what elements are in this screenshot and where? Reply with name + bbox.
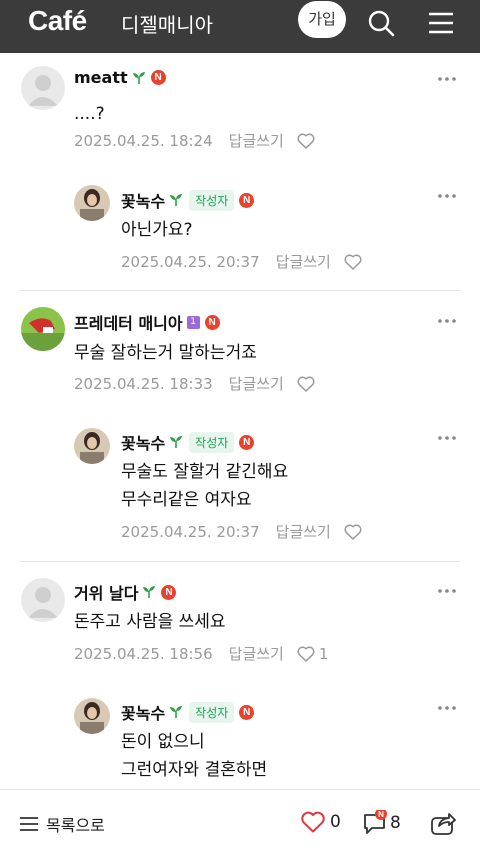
reply-button[interactable]: 답글쓰기 <box>276 251 331 272</box>
n-badge: N <box>204 314 220 330</box>
comment-meta: 2025.04.25. 20:37 답글쓰기 <box>121 521 363 542</box>
reply-button[interactable]: 답글쓰기 <box>229 130 284 151</box>
comment-text-line: 그런여자와 결혼하면 <box>121 760 268 780</box>
cafe-logo[interactable]: Café <box>28 5 87 37</box>
comment-meta: 2025.04.25. 20:37 답글쓰기 <box>121 251 363 272</box>
nickname[interactable]: 프레데터 매니아 <box>74 310 183 334</box>
n-badge: N <box>150 70 166 85</box>
comment-header: 꽃녹수 작성자 N <box>121 700 255 724</box>
comment-text-line: 무술도 잘할거 같긴해요 <box>121 462 289 482</box>
comment-date: 2025.04.25. 18:56 <box>74 644 213 663</box>
like-count: 1 <box>318 644 329 663</box>
reply-button[interactable]: 답글쓰기 <box>229 373 284 394</box>
more-options-icon[interactable] <box>437 318 457 324</box>
avatar-author[interactable] <box>74 428 110 464</box>
avatar-author[interactable] <box>74 698 110 734</box>
comment-header: meatt N <box>74 68 166 87</box>
nickname[interactable]: 꽃녹수 <box>121 430 165 454</box>
more-options-icon[interactable] <box>437 588 457 594</box>
comment-header: 꽃녹수 작성자 N <box>121 188 255 212</box>
comment-text-line: 돈이 없으니 <box>121 732 205 752</box>
heart-icon[interactable] <box>296 131 316 151</box>
author-badge: 작성자 <box>189 701 235 723</box>
comment-meta: 2025.04.25. 18:33 답글쓰기 <box>74 373 316 394</box>
avatar-default[interactable] <box>21 66 65 110</box>
comment-bubble-icon: N <box>364 810 387 834</box>
back-to-list-button[interactable]: 목록으로 <box>20 812 105 836</box>
author-badge: 작성자 <box>189 189 235 211</box>
sprout-icon <box>170 436 183 448</box>
heart-icon[interactable] <box>343 252 363 272</box>
heart-icon[interactable] <box>343 522 363 542</box>
n-badge: N <box>161 584 177 600</box>
comment-header: 프레데터 매니아 1 N <box>74 310 220 334</box>
comment-text: ....? <box>74 104 105 124</box>
level-badge: 1 <box>186 315 200 329</box>
sprout-icon <box>170 706 183 718</box>
top-bar: Café 디젤매니아 가입 <box>0 0 480 53</box>
comment-date: 2025.04.25. 18:33 <box>74 374 213 393</box>
cafe-name[interactable]: 디젤매니아 <box>121 9 213 38</box>
heart-icon[interactable] <box>296 644 316 664</box>
n-badge: N <box>239 192 255 208</box>
menu-icon[interactable] <box>426 8 456 38</box>
sprout-icon <box>170 194 183 206</box>
share-icon[interactable] <box>430 810 456 836</box>
comment-text: 무술 잘하는거 말하는거죠 <box>74 343 257 363</box>
comment-header: 거위 날다 N <box>74 580 177 604</box>
list-icon <box>20 817 38 831</box>
comment-count: 8 <box>390 813 401 833</box>
search-icon[interactable] <box>366 8 396 38</box>
divider <box>20 561 460 562</box>
sprout-icon <box>132 71 145 84</box>
sprout-icon <box>143 586 156 598</box>
comment-text: 아닌가요? <box>121 220 193 240</box>
nickname[interactable]: 꽃녹수 <box>121 188 165 212</box>
comment-date: 2025.04.25. 18:24 <box>74 131 213 150</box>
divider <box>20 290 460 291</box>
avatar-author[interactable] <box>74 185 110 221</box>
comment-date: 2025.04.25. 20:37 <box>121 522 260 541</box>
svg-text:N: N <box>378 810 384 819</box>
join-button[interactable]: 가입 <box>298 1 346 38</box>
more-options-icon[interactable] <box>437 76 457 82</box>
nickname[interactable]: 거위 날다 <box>74 580 138 604</box>
like-count: 0 <box>330 812 341 832</box>
comment-meta: 2025.04.25. 18:56 답글쓰기 1 <box>74 643 328 664</box>
more-options-icon[interactable] <box>437 705 457 711</box>
comment-meta: 2025.04.25. 18:24 답글쓰기 <box>74 130 316 151</box>
reply-button[interactable]: 답글쓰기 <box>276 521 331 542</box>
avatar-user[interactable] <box>21 307 65 351</box>
nickname[interactable]: meatt <box>74 68 128 87</box>
avatar-default[interactable] <box>21 578 65 622</box>
comment-date: 2025.04.25. 20:37 <box>121 252 260 271</box>
comments-button[interactable]: N 8 <box>362 810 401 836</box>
more-options-icon[interactable] <box>437 435 457 441</box>
back-to-list-label: 목록으로 <box>46 816 105 835</box>
author-badge: 작성자 <box>189 431 235 453</box>
heart-icon[interactable] <box>296 374 316 394</box>
comment-text-line: 무수리같은 여자요 <box>121 490 252 510</box>
heart-icon <box>301 811 325 833</box>
nickname[interactable]: 꽃녹수 <box>121 700 165 724</box>
bottom-bar: 목록으로 0 N 8 <box>0 789 480 858</box>
comment-header: 꽃녹수 작성자 N <box>121 430 255 454</box>
like-button[interactable]: 0 <box>300 810 341 834</box>
n-badge: N <box>239 704 255 720</box>
comment-text: 돈주고 사람을 쓰세요 <box>74 612 226 632</box>
more-options-icon[interactable] <box>437 193 457 199</box>
n-badge: N <box>239 434 255 450</box>
reply-button[interactable]: 답글쓰기 <box>229 643 284 664</box>
